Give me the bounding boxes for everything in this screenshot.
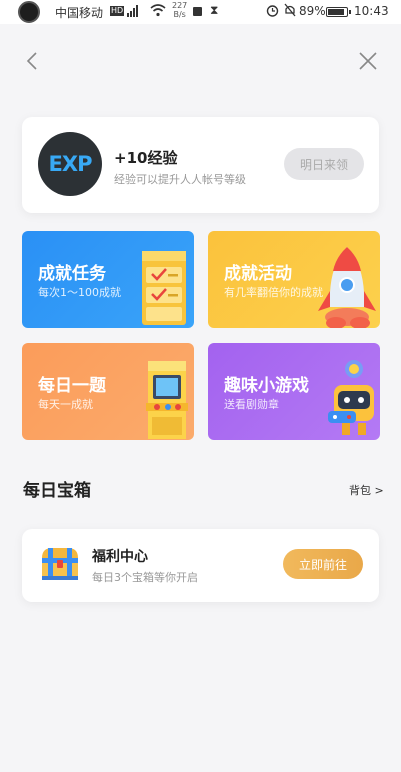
rocket-icon	[318, 247, 376, 328]
tile-title: 趣味小游戏	[224, 376, 309, 396]
signal-bars-icon	[127, 5, 139, 17]
backpack-link[interactable]: 背包 >	[349, 482, 384, 498]
exp-reward-subtitle: 经验可以提升人人帐号等级	[114, 173, 246, 186]
close-x-icon[interactable]	[357, 50, 379, 72]
hourglass-icon: ⧗	[210, 3, 219, 17]
notification-square-icon	[193, 7, 202, 16]
alarm-clock-icon	[266, 5, 279, 17]
tile-subtitle: 每天一成就	[38, 398, 93, 411]
treasure-chest-icon	[42, 548, 78, 580]
back-chevron-icon[interactable]	[22, 50, 44, 72]
welfare-center-card[interactable]: 福利中心 每日3个宝箱等你开启 立即前往	[22, 529, 379, 602]
network-speed: 227 B/s	[172, 1, 188, 19]
tile-subtitle: 送看剧勋章	[224, 398, 279, 411]
mute-bell-icon	[284, 3, 296, 17]
battery-icon	[326, 7, 351, 17]
claim-tomorrow-button[interactable]: 明日来领	[284, 148, 364, 180]
exp-reward-title: +10经验	[114, 149, 178, 167]
mini-games-tile[interactable]: 趣味小游戏 送看剧勋章	[208, 343, 380, 440]
tile-subtitle: 有几率翻倍你的成就	[224, 286, 323, 299]
hd-badge: HD	[110, 6, 125, 16]
achievement-tasks-tile[interactable]: 成就任务 每次1～100成就	[22, 231, 194, 328]
go-now-button[interactable]: 立即前往	[283, 549, 363, 579]
welfare-center-title: 福利中心	[92, 549, 148, 565]
game-robot-icon	[328, 360, 374, 435]
status-avatar-icon	[18, 1, 40, 23]
arcade-machine-icon	[146, 361, 188, 439]
exp-badge-icon: EXP	[38, 132, 102, 196]
status-bar: 中国移动 HD 227 B/s ⧗ 89% 10:43	[0, 0, 401, 24]
tile-title: 成就任务	[38, 264, 106, 284]
carrier-name: 中国移动	[55, 6, 104, 20]
filing-cabinet-icon	[142, 251, 186, 325]
battery-percent: 89%	[299, 4, 326, 18]
signal-indicator: HD	[110, 5, 139, 17]
daily-chest-heading: 每日宝箱	[23, 481, 91, 501]
clock-time: 10:43	[354, 4, 389, 18]
daily-question-tile[interactable]: 每日一题 每天一成就	[22, 343, 194, 440]
tile-subtitle: 每次1～100成就	[38, 286, 121, 299]
tile-title: 每日一题	[38, 376, 106, 396]
tile-title: 成就活动	[224, 264, 292, 284]
welfare-center-subtitle: 每日3个宝箱等你开启	[92, 571, 198, 584]
exp-reward-card: EXP +10经验 经验可以提升人人帐号等级 明日来领	[22, 117, 379, 213]
achievement-activity-tile[interactable]: 成就活动 有几率翻倍你的成就	[208, 231, 380, 328]
wifi-icon	[150, 4, 166, 17]
